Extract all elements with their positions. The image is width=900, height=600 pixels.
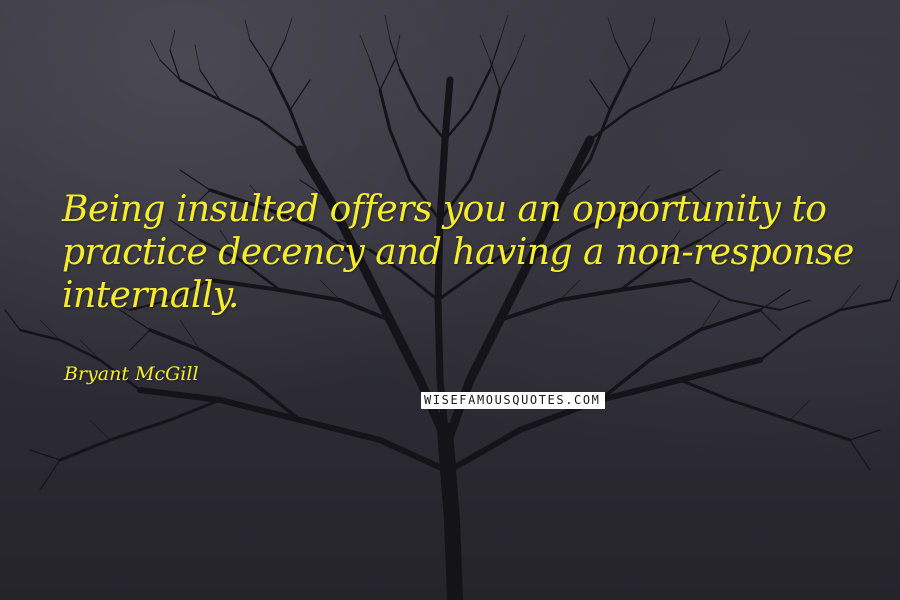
quote-line-2: practice decency and having a non-respon… <box>62 232 854 273</box>
quote-line-1: Being insulted offers you an opportunity… <box>62 189 827 230</box>
quote-text: Being insulted offers you an opportunity… <box>62 188 862 317</box>
watermark-label: WISEFAMOUSQUOTES.COM <box>421 392 605 409</box>
quote-line-3: internally. <box>62 275 239 316</box>
quote-author: Bryant McGill <box>64 363 199 385</box>
quote-image: Being insulted offers you an opportunity… <box>0 0 900 600</box>
